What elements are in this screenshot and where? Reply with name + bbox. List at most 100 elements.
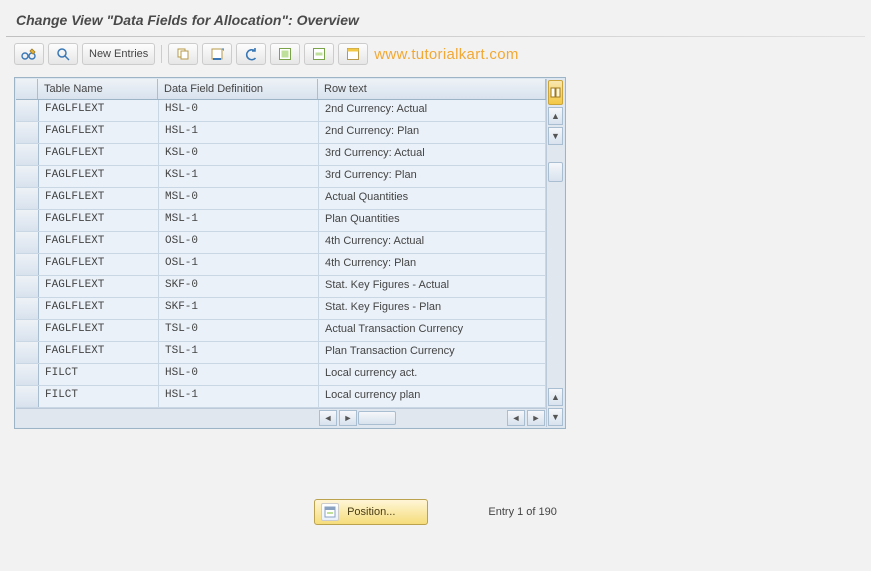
- row-selector[interactable]: [16, 188, 39, 209]
- table-settings-icon: [346, 47, 360, 61]
- glasses-pencil-icon: [21, 47, 37, 61]
- cell-table-name[interactable]: FAGLFLEXT: [39, 144, 159, 165]
- configure-columns-button[interactable]: [548, 80, 563, 105]
- table-row: FAGLFLEXTKSL-13rd Currency: Plan: [16, 166, 546, 188]
- hscroll-left-button[interactable]: ◄: [319, 410, 337, 426]
- hscroll-track[interactable]: [358, 411, 422, 425]
- entry-position-text: Entry 1 of 190: [488, 506, 557, 518]
- table-row: FAGLFLEXTMSL-0Actual Quantities: [16, 188, 546, 210]
- cell-table-name[interactable]: FAGLFLEXT: [39, 276, 159, 297]
- row-selector[interactable]: [16, 122, 39, 143]
- vscroll-thumb[interactable]: [548, 162, 563, 182]
- row-selector[interactable]: [16, 298, 39, 319]
- cell-field-def[interactable]: KSL-0: [159, 144, 319, 165]
- cell-field-def[interactable]: HSL-0: [159, 364, 319, 385]
- new-entries-button[interactable]: New Entries: [82, 43, 155, 65]
- undo-button[interactable]: [236, 43, 266, 65]
- cell-row-text[interactable]: Local currency plan: [319, 386, 546, 407]
- copy-button[interactable]: [168, 43, 198, 65]
- print-button[interactable]: [338, 43, 368, 65]
- grid-header-col3[interactable]: Row text: [318, 79, 546, 99]
- cell-field-def[interactable]: OSL-1: [159, 254, 319, 275]
- cell-row-text[interactable]: Plan Transaction Currency: [319, 342, 546, 363]
- cell-table-name[interactable]: FAGLFLEXT: [39, 320, 159, 341]
- cell-table-name[interactable]: FAGLFLEXT: [39, 210, 159, 231]
- cell-row-text[interactable]: Stat. Key Figures - Actual: [319, 276, 546, 297]
- row-selector[interactable]: [16, 276, 39, 297]
- display-details-button[interactable]: [48, 43, 78, 65]
- delete-button[interactable]: [202, 43, 232, 65]
- cell-field-def[interactable]: HSL-1: [159, 386, 319, 407]
- vscroll-up-button[interactable]: ▲: [548, 107, 563, 125]
- row-selector[interactable]: [16, 386, 39, 407]
- grid-header-selector[interactable]: [16, 79, 38, 99]
- position-icon: [321, 503, 339, 521]
- cell-row-text[interactable]: Local currency act.: [319, 364, 546, 385]
- cell-row-text[interactable]: 3rd Currency: Plan: [319, 166, 546, 187]
- row-selector[interactable]: [16, 232, 39, 253]
- cell-row-text[interactable]: Stat. Key Figures - Plan: [319, 298, 546, 319]
- grid-header: Table Name Data Field Definition Row tex…: [16, 79, 546, 100]
- hscroll-left2-button[interactable]: ◄: [507, 410, 525, 426]
- cell-row-text[interactable]: 4th Currency: Actual: [319, 232, 546, 253]
- row-selector[interactable]: [16, 364, 39, 385]
- grid-container: Table Name Data Field Definition Row tex…: [14, 77, 566, 429]
- watermark-text: www.tutorialkart.com: [374, 46, 518, 63]
- cell-row-text[interactable]: Plan Quantities: [319, 210, 546, 231]
- cell-table-name[interactable]: FAGLFLEXT: [39, 298, 159, 319]
- grid-body: FAGLFLEXTHSL-02nd Currency: ActualFAGLFL…: [16, 100, 546, 408]
- cell-table-name[interactable]: FAGLFLEXT: [39, 188, 159, 209]
- configure-icon: [550, 87, 561, 98]
- cell-field-def[interactable]: MSL-0: [159, 188, 319, 209]
- cell-table-name[interactable]: FILCT: [39, 386, 159, 407]
- vscroll-up2-button[interactable]: ▲: [548, 388, 563, 406]
- cell-table-name[interactable]: FAGLFLEXT: [39, 122, 159, 143]
- change-display-toggle-button[interactable]: [14, 43, 44, 65]
- vscroll-down2-button[interactable]: ▼: [548, 408, 563, 426]
- cell-row-text[interactable]: Actual Quantities: [319, 188, 546, 209]
- cell-table-name[interactable]: FAGLFLEXT: [39, 342, 159, 363]
- cell-field-def[interactable]: OSL-0: [159, 232, 319, 253]
- table-row: FAGLFLEXTTSL-0Actual Transaction Currenc…: [16, 320, 546, 342]
- cell-table-name[interactable]: FILCT: [39, 364, 159, 385]
- table-row: FILCTHSL-1Local currency plan: [16, 386, 546, 408]
- table-row: FAGLFLEXTKSL-03rd Currency: Actual: [16, 144, 546, 166]
- select-all-button[interactable]: [270, 43, 300, 65]
- row-selector[interactable]: [16, 166, 39, 187]
- cell-table-name[interactable]: FAGLFLEXT: [39, 232, 159, 253]
- row-selector[interactable]: [16, 210, 39, 231]
- cell-field-def[interactable]: HSL-1: [159, 122, 319, 143]
- cell-field-def[interactable]: MSL-1: [159, 210, 319, 231]
- grid-header-col1[interactable]: Table Name: [38, 79, 158, 99]
- row-selector[interactable]: [16, 342, 39, 363]
- position-button[interactable]: Position...: [314, 499, 428, 525]
- application-toolbar: New Entries: [6, 39, 865, 71]
- cell-row-text[interactable]: 4th Currency: Plan: [319, 254, 546, 275]
- hscroll-thumb[interactable]: [358, 411, 396, 425]
- vscroll-down-button[interactable]: ▼: [548, 127, 563, 145]
- grid-header-col2[interactable]: Data Field Definition: [158, 79, 318, 99]
- hscroll-right-button[interactable]: ►: [339, 410, 357, 426]
- cell-field-def[interactable]: SKF-1: [159, 298, 319, 319]
- deselect-all-button[interactable]: [304, 43, 334, 65]
- row-selector[interactable]: [16, 100, 39, 121]
- row-selector[interactable]: [16, 320, 39, 341]
- row-selector[interactable]: [16, 144, 39, 165]
- cell-field-def[interactable]: HSL-0: [159, 100, 319, 121]
- cell-row-text[interactable]: 2nd Currency: Actual: [319, 100, 546, 121]
- row-selector[interactable]: [16, 254, 39, 275]
- vscroll-track[interactable]: [547, 146, 564, 387]
- cell-table-name[interactable]: FAGLFLEXT: [39, 100, 159, 121]
- cell-field-def[interactable]: TSL-1: [159, 342, 319, 363]
- cell-row-text[interactable]: 3rd Currency: Actual: [319, 144, 546, 165]
- cell-field-def[interactable]: SKF-0: [159, 276, 319, 297]
- cell-row-text[interactable]: 2nd Currency: Plan: [319, 122, 546, 143]
- hscroll-right2-button[interactable]: ►: [527, 410, 545, 426]
- grid-vscroll: ▲ ▼ ▲ ▼: [546, 79, 564, 427]
- cell-table-name[interactable]: FAGLFLEXT: [39, 254, 159, 275]
- table-row: FAGLFLEXTHSL-12nd Currency: Plan: [16, 122, 546, 144]
- cell-field-def[interactable]: TSL-0: [159, 320, 319, 341]
- cell-field-def[interactable]: KSL-1: [159, 166, 319, 187]
- cell-row-text[interactable]: Actual Transaction Currency: [319, 320, 546, 341]
- cell-table-name[interactable]: FAGLFLEXT: [39, 166, 159, 187]
